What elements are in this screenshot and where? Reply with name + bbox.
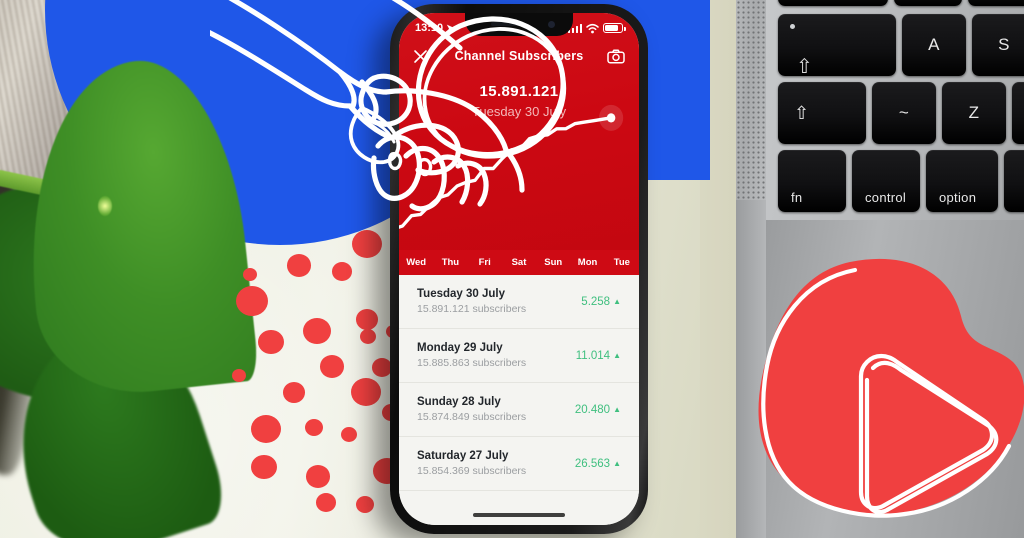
key-s[interactable]: S (972, 14, 1024, 76)
status-badge: 26.563 ▲ (575, 458, 621, 470)
decorative-dot (306, 465, 330, 488)
smartphone-device: 13:10 ➤ Channel Subscribers 15.891.121 T… (390, 4, 648, 534)
location-arrow-icon: ➤ (446, 22, 456, 35)
decorative-dot (352, 230, 382, 259)
decorative-dot (251, 455, 277, 480)
trend-up-arrow-icon: ▲ (613, 297, 621, 306)
decorative-dot (243, 268, 257, 282)
front-camera (548, 21, 555, 28)
decorative-dot (360, 329, 376, 345)
trend-up-arrow-icon: ▲ (613, 405, 621, 414)
key-caps-lock[interactable]: ⇧ (778, 14, 896, 78)
list-item-date: Saturday 27 July (417, 450, 509, 462)
chart-day-axis: Wed Thu Fri Sat Sun Mon Tue (399, 250, 639, 275)
wifi-icon (586, 23, 599, 33)
list-item-labels: Tuesday 30 July 15.891.121 subscribers (417, 288, 526, 315)
hero-summary: 15.891.121 Tuesday 30 July (399, 83, 639, 119)
phone-notch (465, 13, 573, 36)
decorative-dot (332, 262, 352, 281)
list-item-subscribers: 15.891.121 subscribers (417, 303, 527, 315)
decorative-dot (287, 254, 311, 277)
list-item[interactable]: Sunday 28 July 15.874.849 subscribers 20.4… (399, 383, 639, 437)
decorative-dot (305, 419, 323, 436)
decorative-dot (232, 369, 246, 383)
red-dot-cloud (0, 0, 420, 538)
decorative-dot (251, 415, 281, 444)
list-item-labels: Saturday 27 July 15.854.369 subscribers (417, 450, 526, 477)
decorative-dot (341, 427, 357, 443)
decorative-dot (372, 358, 392, 377)
list-item-labels: Sunday 28 July 15.874.849 subscribers (417, 396, 526, 423)
shift-arrow-icon: ⇧ (794, 103, 810, 123)
list-item-date: Monday 29 July (417, 342, 503, 354)
day-label-sat: Sat (511, 257, 527, 268)
key-tilde[interactable]: ~ (872, 82, 936, 144)
list-item-subscribers: 15.874.849 subscribers (417, 411, 527, 423)
scene-root: ⇧ A S ⇧ ~ Z fn control option 13:10 ➤ Ch… (0, 0, 1024, 538)
battery-icon (603, 23, 626, 33)
list-item[interactable]: Saturday 27 July 15.854.369 subscribers 26… (399, 437, 639, 491)
key-fn[interactable]: fn (778, 150, 846, 212)
phone-screen: 13:10 ➤ Channel Subscribers 15.891.121 T… (399, 13, 639, 525)
key-partial-2[interactable] (894, 0, 962, 6)
key-shift[interactable]: ⇧ (778, 82, 866, 144)
key-partial-3[interactable] (968, 0, 1024, 6)
decorative-dot (356, 496, 374, 513)
delta-value: 11.014 (575, 349, 611, 362)
chart-hero-panel: 13:10 ➤ Channel Subscribers 15.891.121 T… (399, 13, 639, 275)
list-item-date: Tuesday 30 July (417, 288, 505, 300)
red-organic-blob (755, 258, 1024, 520)
trend-up-arrow-icon: ▲ (613, 351, 621, 360)
decorative-dot (356, 309, 378, 330)
list-item[interactable]: Tuesday 30 July 15.891.121 subscribers 5.2… (399, 275, 639, 329)
hero-date: Tuesday 30 July (471, 104, 567, 119)
status-badge: 20.480 ▲ (575, 404, 621, 416)
status-badge: 5.258 ▲ (581, 296, 621, 308)
decorative-dot (303, 318, 331, 345)
list-item-subscribers: 15.885.863 subscribers (417, 357, 527, 369)
key-a[interactable]: A (902, 14, 966, 76)
key-z[interactable]: Z (942, 82, 1006, 144)
list-item[interactable]: Monday 29 July 15.885.863 subscribers 11.0… (399, 329, 639, 383)
decorative-dot (236, 286, 268, 317)
day-label-wed: Wed (406, 257, 427, 268)
key-partial-1[interactable] (778, 0, 888, 6)
day-label-thu: Thu (441, 257, 460, 268)
day-label-tue: Tue (613, 257, 630, 268)
list-item-labels: Monday 29 July 15.885.863 subscribers (417, 342, 526, 369)
daily-stats-list[interactable]: Tuesday 30 July 15.891.121 subscribers 5.2… (399, 275, 639, 525)
delta-value: 20.480 (574, 403, 611, 416)
speaker-grille (736, 0, 766, 200)
day-label-sun: Sun (544, 257, 563, 268)
day-label-fri: Fri (478, 257, 491, 268)
decorative-dot (258, 330, 284, 355)
key-command[interactable] (1004, 150, 1024, 212)
status-bar-time: 13:10 (415, 22, 444, 34)
earpiece-speaker (491, 22, 525, 26)
trend-up-arrow-icon: ▲ (613, 459, 621, 468)
app-bar: Channel Subscribers (399, 39, 639, 73)
key-option[interactable]: option (926, 150, 998, 212)
key-control[interactable]: control (852, 150, 920, 212)
page-title: Channel Subscribers (454, 49, 584, 63)
delta-value: 5.258 (581, 295, 611, 308)
list-item-date: Sunday 28 July (417, 396, 501, 408)
delta-value: 26.563 (574, 457, 611, 470)
decorative-dot (351, 378, 381, 407)
laptop-keyboard: ⇧ A S ⇧ ~ Z fn control option (766, 0, 1024, 228)
caps-lock-indicator-dot (790, 24, 795, 29)
home-indicator[interactable] (473, 513, 565, 517)
caps-lock-arrow-icon: ⇧ (796, 56, 814, 78)
decorative-dot (320, 355, 344, 378)
day-label-mon: Mon (577, 257, 598, 268)
subscriber-count: 15.891.121 (479, 83, 559, 100)
status-badge: 11.014 ▲ (576, 350, 621, 362)
list-item-subscribers: 15.854.369 subscribers (417, 465, 527, 477)
key-x[interactable] (1012, 82, 1024, 144)
decorative-dot (283, 382, 305, 403)
decorative-dot (316, 493, 336, 512)
